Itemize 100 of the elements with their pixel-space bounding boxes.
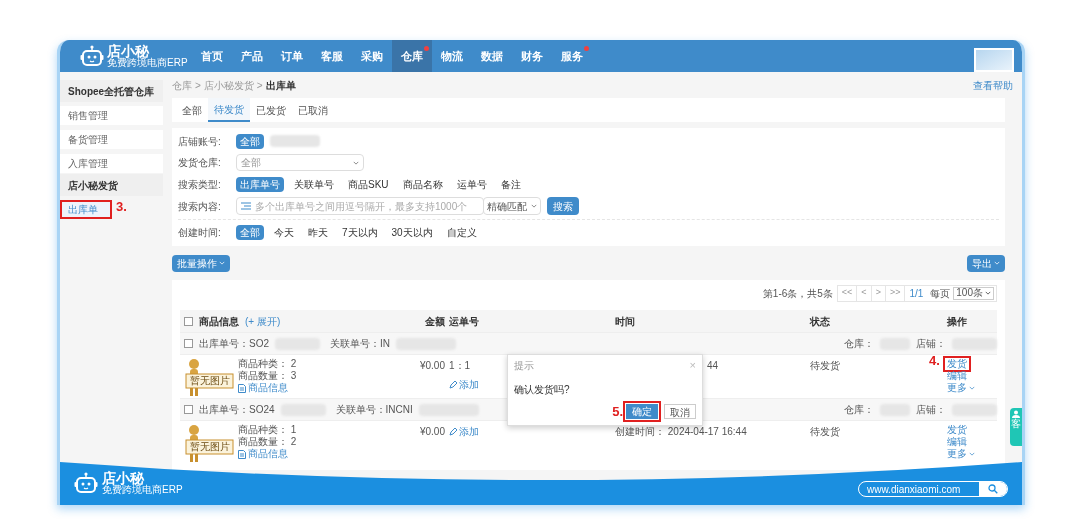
filter-option[interactable]: 关联单号 <box>290 176 338 192</box>
order-number: 出库单号：SO24 <box>199 403 275 417</box>
filter-option[interactable]: 昨天 <box>304 224 332 240</box>
product-quantity: 商品数量： 2 <box>238 436 297 448</box>
breadcrumb-separator: > <box>256 78 263 93</box>
step-number: 4. <box>929 355 940 367</box>
nav-item[interactable]: 数据 <box>471 40 512 72</box>
page-button[interactable]: >> <box>885 285 906 301</box>
robot-logo-icon <box>74 472 98 494</box>
filter-option[interactable]: 7天以内 <box>338 224 382 240</box>
expand-link[interactable]: (+ 展开) <box>245 313 281 329</box>
nav-item[interactable]: 财务 <box>511 40 552 72</box>
filter-option[interactable]: 出库单号 <box>236 176 284 192</box>
nav-item[interactable]: 采购 <box>351 40 392 72</box>
nav-item[interactable]: 物流 <box>431 40 472 72</box>
chevron-down-icon <box>994 261 1000 265</box>
edit-icon <box>449 427 457 436</box>
cancel-button[interactable]: 取消 <box>664 403 696 419</box>
filter-option[interactable]: 备注 <box>496 176 525 192</box>
action-link[interactable]: 发货 <box>945 424 969 436</box>
nav-item[interactable]: 首页 <box>191 40 232 72</box>
warehouse-label: 仓库： <box>844 337 874 351</box>
pagination-summary: 第1-6条，共5条 <box>762 286 833 301</box>
page-button[interactable]: < <box>857 285 872 301</box>
filter-option[interactable]: 30天以内 <box>387 224 437 240</box>
warehouse-select[interactable]: 全部 <box>236 154 364 171</box>
product-kinds: 商品种类： 2 <box>238 358 297 370</box>
sidebar-section-title: Shopee全托管仓库 <box>60 80 163 102</box>
avatar[interactable] <box>974 48 1014 72</box>
batch-actions-button[interactable]: 批量操作 <box>172 254 230 272</box>
action-link[interactable]: 发货 <box>945 358 969 370</box>
breadcrumb-item: 出库单 <box>265 78 296 93</box>
sidebar-section-title: 店小秘发货 <box>60 174 163 196</box>
action-link[interactable]: 编辑 <box>945 370 969 382</box>
filter-label: 搜索内容: <box>178 199 222 214</box>
filter-option[interactable]: 全部 <box>236 133 264 149</box>
checkbox[interactable] <box>184 339 193 348</box>
edit-icon <box>449 380 457 389</box>
sidebar-item[interactable]: 入库管理 <box>60 154 163 173</box>
sidebar-item[interactable]: 销售管理 <box>60 106 163 125</box>
person-icon <box>1012 410 1020 418</box>
help-link[interactable]: 查看帮助 <box>973 77 1013 93</box>
filter-option[interactable]: 运单号 <box>452 176 491 192</box>
filter-option[interactable]: 商品SKU <box>344 176 393 192</box>
chevron-down-icon <box>985 291 991 295</box>
dialog-title: 提示 <box>514 358 534 373</box>
amount: ¥0.00 <box>419 359 445 373</box>
created-time: 44 <box>707 359 719 373</box>
confirm-button[interactable]: 确定 <box>626 403 658 419</box>
dialog-message: 确认发货吗? <box>514 382 571 397</box>
page-button[interactable]: << <box>837 285 858 301</box>
customer-service-tab[interactable]: 客 <box>1010 408 1022 446</box>
step-number: 3. <box>116 198 127 216</box>
export-button[interactable]: 导出 <box>967 254 1005 272</box>
filter-option[interactable]: 商品名称 <box>398 176 447 192</box>
action-link[interactable]: 更多 <box>945 382 977 394</box>
checkbox[interactable] <box>184 405 193 414</box>
close-button[interactable]: × <box>689 357 696 374</box>
robot-logo-icon <box>80 45 104 67</box>
breadcrumb-item[interactable]: 仓库 <box>172 77 192 93</box>
filter-label: 创建时间: <box>178 225 222 240</box>
nav-item[interactable]: 服务 <box>551 40 592 72</box>
nav-item[interactable]: 客服 <box>311 40 352 72</box>
tab[interactable]: 已取消 <box>292 98 334 122</box>
nav-item[interactable]: 仓库 <box>391 40 432 72</box>
tab[interactable]: 全部 <box>176 98 208 122</box>
tab[interactable]: 已发货 <box>250 98 292 122</box>
reference-number: 关联单号：IN <box>330 337 390 351</box>
filter-option[interactable]: 自定义 <box>442 224 481 240</box>
filter-label: 搜索类型: <box>178 177 222 192</box>
per-page-select[interactable]: 100条 <box>953 286 994 300</box>
filter-option[interactable]: 全部 <box>236 224 264 240</box>
status: 待发货 <box>810 425 840 439</box>
sidebar-item[interactable]: 备货管理 <box>60 130 163 149</box>
add-waybill-link[interactable]: 添加 <box>449 424 479 439</box>
tab[interactable]: 待发货 <box>208 98 250 122</box>
sign-text: 暂无图片 <box>189 441 231 453</box>
figure-with-sign-drawing <box>184 424 234 462</box>
match-select[interactable]: 精确匹配 <box>483 197 541 215</box>
checkbox[interactable] <box>184 316 193 326</box>
action-link[interactable]: 编辑 <box>945 436 969 448</box>
breadcrumb-item[interactable]: 店小秘发货 <box>203 77 254 93</box>
page-indicator: 1/1 <box>908 286 925 301</box>
page-button[interactable]: > <box>871 285 886 301</box>
filter-option[interactable]: 今天 <box>270 224 298 240</box>
logo-text: 店小秘 <box>107 44 149 58</box>
column-header: 运单号 <box>448 314 480 329</box>
per-page-label: 每页 <box>929 286 952 301</box>
add-waybill-link[interactable]: 添加 <box>449 377 479 392</box>
product-info-link[interactable]: 商品信息 <box>238 448 297 460</box>
nav-item[interactable]: 产品 <box>231 40 272 72</box>
column-header: 操作 <box>946 314 968 329</box>
shop-label: 店铺： <box>916 403 946 417</box>
product-info-link[interactable]: 商品信息 <box>238 382 297 394</box>
nav-item[interactable]: 订单 <box>271 40 312 72</box>
filter-label: 店铺账号: <box>178 134 222 149</box>
column-header: 金额 <box>424 314 445 329</box>
action-link[interactable]: 更多 <box>945 448 977 460</box>
search-button[interactable]: 搜索 <box>547 197 579 215</box>
sidebar-item[interactable]: 出库单 <box>60 200 112 219</box>
